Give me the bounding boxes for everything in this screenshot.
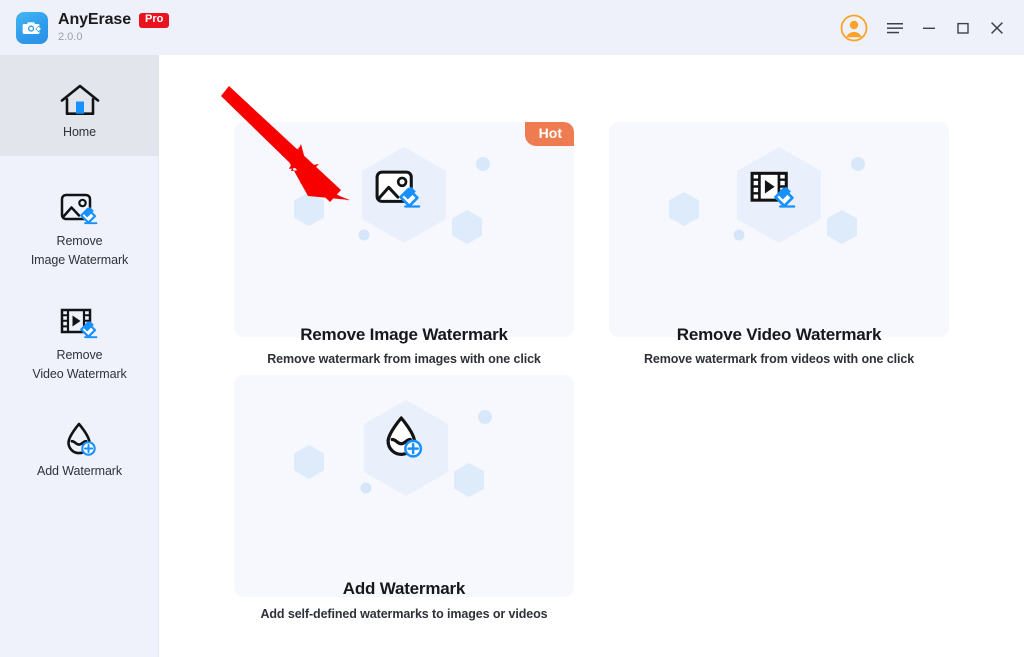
video-eraser-icon — [57, 302, 103, 346]
sidebar-item-home[interactable]: Home — [0, 55, 159, 156]
menu-button[interactable] — [878, 11, 912, 45]
circle-decoration-top-right — [476, 157, 490, 171]
hexagon-decoration-left — [294, 445, 324, 479]
card-add-watermark[interactable] — [234, 375, 574, 597]
close-button[interactable] — [980, 11, 1014, 45]
circle-decoration-bottom-left — [358, 229, 370, 241]
user-avatar-icon — [840, 14, 868, 41]
app-window: AnyErase Pro 2.0.0 Home Remove Image Wat… — [0, 0, 1024, 657]
hamburger-menu-icon — [887, 22, 903, 33]
sidebar-item-remove-video-watermark[interactable]: Remove Video Watermark — [0, 270, 159, 384]
card-subtitle-remove-image-watermark: Remove watermark from images with one cl… — [267, 352, 541, 366]
circle-decoration-bottom-left — [360, 482, 372, 494]
pro-badge: Pro — [139, 12, 170, 28]
card-remove-image-watermark[interactable]: Hot — [234, 122, 574, 337]
window-controls — [836, 0, 1014, 55]
hexagon-decoration-left — [669, 192, 699, 226]
sidebar-item-remove-image-watermark-label: Remove Image Watermark — [31, 232, 128, 270]
maximize-icon — [957, 22, 969, 34]
app-brand: AnyErase Pro 2.0.0 — [16, 11, 170, 44]
card-artwork-add-watermark — [234, 385, 574, 535]
account-button[interactable] — [836, 10, 872, 46]
close-icon — [991, 21, 1003, 34]
card-artwork-remove-video — [609, 132, 949, 282]
card-title-remove-video-watermark: Remove Video Watermark — [676, 325, 882, 344]
label-line-2: Image Watermark — [30, 253, 129, 267]
hot-badge: Hot — [524, 122, 574, 147]
sidebar: Home Remove Image Watermark Remove Video… — [0, 55, 159, 657]
app-name: AnyErase — [58, 11, 132, 28]
sidebar-item-home-label: Home — [63, 125, 96, 139]
card-title-remove-image-watermark: Remove Image Watermark — [300, 325, 508, 344]
image-eraser-icon — [57, 188, 103, 232]
label-line-1: Remove — [56, 348, 103, 362]
card-subtitle-add-watermark: Add self-defined watermarks to images or… — [260, 607, 548, 621]
label-line-2: Video Watermark — [32, 367, 127, 381]
hexagon-decoration-right — [454, 463, 484, 497]
sidebar-item-remove-video-watermark-label: Remove Video Watermark — [32, 346, 126, 384]
sidebar-item-add-watermark[interactable]: Add Watermark — [0, 384, 159, 481]
circle-decoration-top-right — [478, 410, 492, 424]
app-version: 2.0.0 — [58, 31, 83, 43]
home-icon — [58, 79, 102, 123]
app-logo-icon — [16, 11, 48, 44]
card-subtitle-remove-video-watermark: Remove watermark from videos with one cl… — [643, 352, 915, 366]
circle-decoration-bottom-left — [733, 229, 745, 241]
circle-decoration-top-right — [851, 157, 865, 171]
hexagon-decoration-left — [294, 192, 324, 226]
main-content: Hot Remove Image Watermark Remove waterm… — [159, 55, 1024, 657]
sidebar-item-add-watermark-label: Add Watermark — [36, 464, 123, 478]
minimize-button[interactable] — [912, 11, 946, 45]
card-title-add-watermark: Add Watermark — [342, 579, 466, 598]
card-artwork-remove-image — [234, 132, 574, 282]
minimize-icon — [923, 27, 935, 29]
droplet-plus-icon — [58, 418, 102, 462]
maximize-button[interactable] — [946, 11, 980, 45]
hexagon-decoration-right — [452, 210, 482, 244]
title-bar: AnyErase Pro 2.0.0 — [0, 0, 1024, 55]
sidebar-item-remove-image-watermark[interactable]: Remove Image Watermark — [0, 156, 159, 270]
card-remove-video-watermark[interactable] — [609, 122, 949, 337]
app-brand-text: AnyErase Pro 2.0.0 — [58, 11, 170, 43]
label-line-1: Remove — [56, 234, 103, 248]
hexagon-decoration-right — [827, 210, 857, 244]
